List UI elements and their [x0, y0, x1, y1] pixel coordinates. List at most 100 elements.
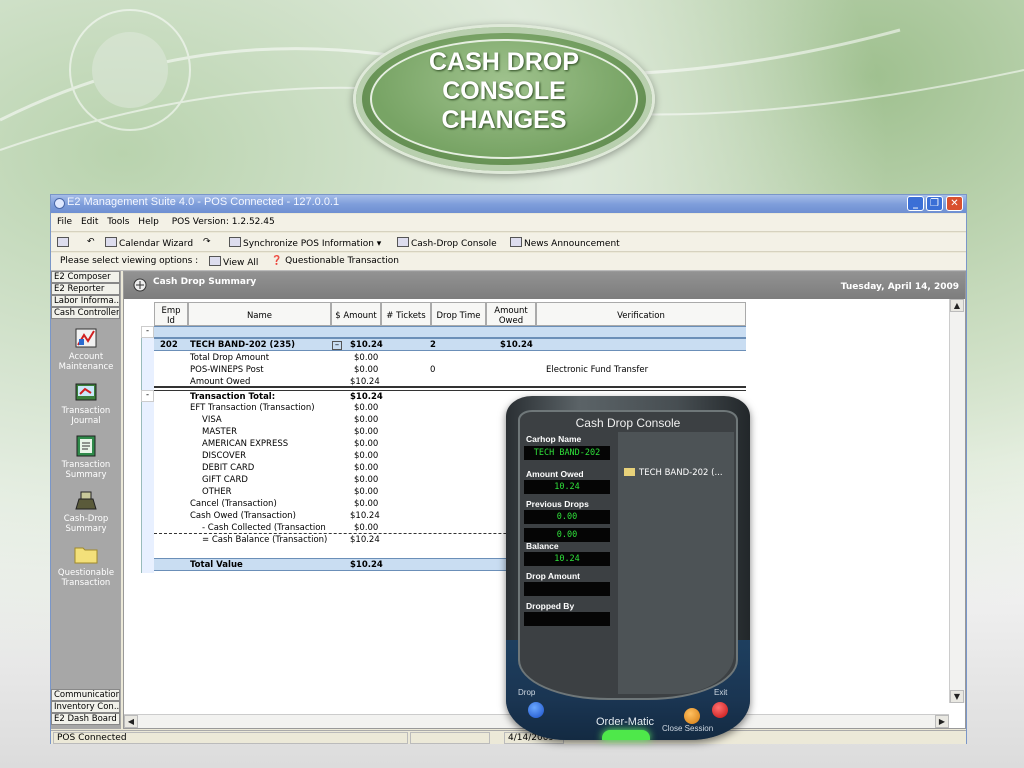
nav-tab-e2-composer[interactable]: E2 Composer [51, 271, 120, 283]
scroll-down-arrow[interactable]: ▼ [950, 690, 964, 703]
nav-tab-communication[interactable]: Communication [51, 689, 120, 701]
menu-bar: File Edit Tools Help POS Version: 1.2.52… [51, 214, 966, 232]
balance-value: 10.24 [524, 552, 610, 566]
restore-button[interactable]: ❐ [926, 196, 943, 211]
drop-label: Drop [518, 688, 536, 697]
transaction-collapse-toggle[interactable]: - [141, 390, 154, 402]
slide-title: CASH DROP CONSOLE CHANGES [428, 48, 579, 134]
close-button[interactable]: ✕ [946, 196, 963, 211]
collapse-toggle[interactable]: - [141, 326, 154, 338]
col-amount[interactable]: $ Amount [331, 302, 381, 326]
col-name[interactable]: Name [188, 302, 331, 326]
drop-amount-label: Drop Amount [526, 571, 580, 581]
account-maintenance-icon [75, 328, 97, 348]
drop-button[interactable] [528, 702, 544, 718]
calendar-wizard-button[interactable]: Calendar Wizard [105, 237, 193, 249]
table-row[interactable]: Total Drop Amount $0.00 [154, 352, 746, 364]
redo-button[interactable]: ↷ [203, 237, 211, 247]
app-icon [54, 198, 65, 209]
undo-icon: ↶ [87, 237, 95, 247]
summary-date: Tuesday, April 14, 2009 [840, 282, 959, 292]
employee-row[interactable]: 202 TECH BAND-202 (235) – $10.24 2 $10.2… [154, 338, 746, 351]
cash-drop-summary-icon [133, 278, 147, 292]
console-title: Cash Drop Console [575, 416, 681, 430]
nav-tab-e2-reporter[interactable]: E2 Reporter [51, 283, 120, 295]
summary-header: Cash Drop Summary Tuesday, April 14, 200… [124, 272, 965, 299]
printer-icon [57, 237, 69, 247]
window-title: E2 Management Suite 4.0 - POS Connected … [67, 196, 340, 208]
view-all-icon [209, 256, 221, 266]
drop-amount-input[interactable] [524, 582, 610, 596]
amount-owed-label: Amount Owed [526, 469, 584, 479]
row-expand-toggle[interactable]: – [332, 341, 342, 350]
pos-version: POS Version: 1.2.52.45 [171, 217, 275, 227]
nav-tab-e2-dash-board[interactable]: E2 Dash Board [51, 713, 120, 725]
view-all-button[interactable]: View All [209, 256, 258, 268]
col-tickets[interactable]: # Tickets [381, 302, 431, 326]
scroll-up-arrow[interactable]: ▲ [950, 299, 964, 312]
news-icon [510, 237, 522, 247]
carhop-list-item[interactable]: TECH BAND-202 (... [624, 468, 723, 478]
cash-drop-icon [397, 237, 409, 247]
scroll-right-arrow[interactable]: ▶ [935, 715, 949, 728]
amount-owed-value: 10.24 [524, 480, 610, 494]
menu-tools[interactable]: Tools [107, 217, 129, 227]
dropped-by-input[interactable] [524, 612, 610, 626]
nav-transaction-summary[interactable]: Transaction Summary [51, 435, 121, 480]
news-announcement-button[interactable]: News Announcement [510, 237, 620, 249]
close-session-label: Close Session [662, 724, 714, 733]
summary-title: Cash Drop Summary [153, 277, 257, 287]
carhop-name-label: Carhop Name [526, 434, 582, 444]
nav-tab-labor-information[interactable]: Labor Informa... [51, 295, 120, 307]
group-header-row [154, 326, 746, 338]
print-button[interactable] [57, 237, 71, 249]
undo-button[interactable]: ↶ [87, 237, 95, 247]
table-row[interactable]: POS-WINEPS Post $0.00 0 Electronic Fund Tra… [154, 364, 746, 376]
status-light [602, 730, 650, 740]
col-amount-owed[interactable]: Amount Owed [486, 302, 536, 326]
menu-file[interactable]: File [57, 217, 72, 227]
previous-drops-value: 0.00 [524, 510, 610, 524]
col-emp-id[interactable]: Emp Id [154, 302, 188, 326]
nav-questionable-transaction[interactable]: Questionable Transaction [51, 543, 121, 588]
nav-cash-drop-summary[interactable]: Cash-Drop Summary [51, 489, 121, 534]
menu-help[interactable]: Help [138, 217, 159, 227]
nav-account-maintenance[interactable]: Account Maintenance [51, 327, 121, 372]
dropped-by-label: Dropped By [526, 601, 575, 611]
exit-label: Exit [714, 688, 728, 697]
col-verification[interactable]: Verification [536, 302, 746, 326]
scroll-left-arrow[interactable]: ◀ [124, 715, 138, 728]
carhop-name-value: TECH BAND-202 [524, 446, 610, 460]
vertical-scrollbar[interactable]: ▲ ▼ [949, 299, 965, 703]
nav-tab-inventory-control[interactable]: Inventory Con... [51, 701, 120, 713]
status-panel [410, 732, 490, 744]
brand-label: Order-Matic [596, 716, 655, 728]
calendar-icon [105, 237, 117, 247]
nav-transaction-journal[interactable]: Transaction Journal [51, 381, 121, 426]
cash-drop-console-button[interactable]: Cash-Drop Console [397, 237, 497, 249]
help-icon: ❓ [271, 256, 283, 266]
left-navigation: E2 Composer E2 Reporter Labor Informa...… [51, 271, 121, 729]
menu-edit[interactable]: Edit [81, 217, 98, 227]
folder-icon [624, 468, 635, 476]
previous-drops-label: Previous Drops [526, 499, 589, 509]
status-connection: POS Connected [53, 732, 408, 744]
table-row[interactable]: Amount Owed $10.24 [154, 376, 746, 388]
title-bar[interactable]: E2 Management Suite 4.0 - POS Connected … [51, 195, 966, 213]
cash-drop-console-device: Drop Exit Order-Matic Close Session Cash… [506, 396, 750, 740]
group-strip [141, 326, 154, 573]
toolbar: ↶ Calendar Wizard ↷ Synchronize POS Info… [51, 233, 966, 252]
sync-icon [229, 237, 241, 247]
col-drop-time[interactable]: Drop Time [431, 302, 486, 326]
carhop-list: TECH BAND-202 (... [618, 432, 734, 694]
transaction-summary-icon [76, 435, 96, 457]
close-session-button[interactable] [684, 708, 700, 724]
minimize-button[interactable]: _ [907, 196, 924, 211]
exit-button[interactable] [712, 702, 728, 718]
synchronize-pos-button[interactable]: Synchronize POS Information ▾ [229, 237, 381, 249]
transaction-journal-icon [75, 383, 97, 401]
questionable-transaction-button[interactable]: ❓ Questionable Transaction [271, 256, 399, 266]
extra-value: 0.00 [524, 528, 610, 542]
redo-icon: ↷ [203, 237, 211, 247]
nav-tab-cash-controller[interactable]: Cash Controller [51, 307, 120, 319]
